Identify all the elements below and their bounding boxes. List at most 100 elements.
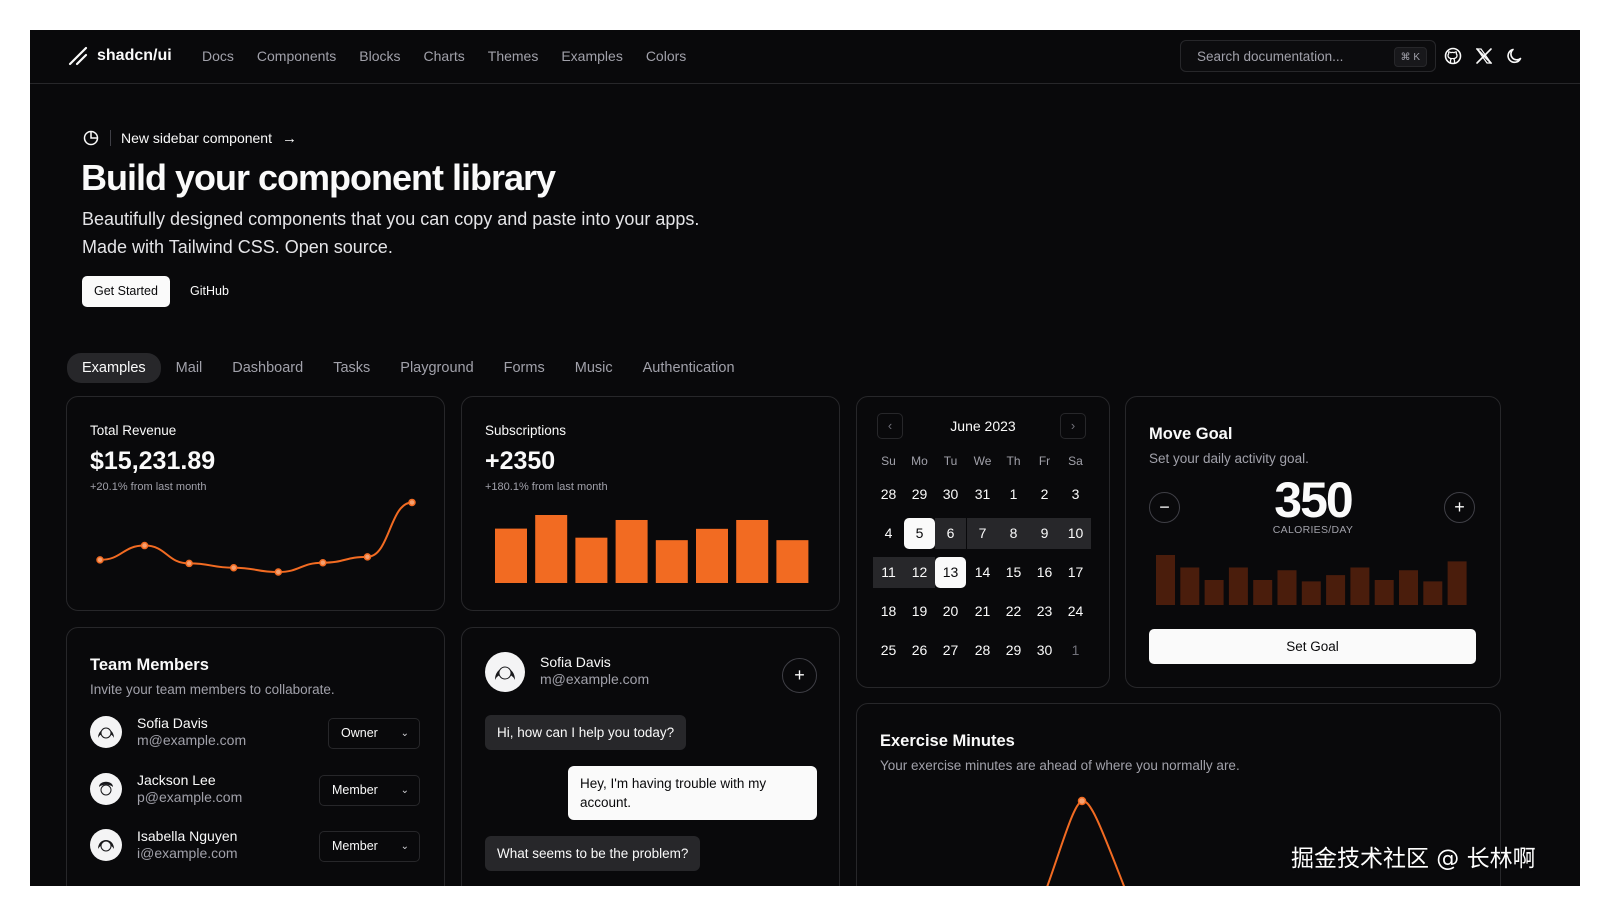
calendar-day[interactable]: 8	[998, 518, 1029, 549]
goal-bar	[1326, 575, 1346, 605]
brand-logo[interactable]: shadcn/ui	[67, 45, 172, 67]
nav-charts[interactable]: Charts	[424, 48, 465, 64]
subscriptions-bar	[535, 515, 568, 583]
calendar-day[interactable]: 16	[1029, 557, 1060, 588]
calendar-day[interactable]: 21	[967, 596, 998, 627]
calendar-day[interactable]: 1	[998, 479, 1029, 510]
calendar-day[interactable]: 9	[1029, 518, 1060, 549]
avatar	[90, 716, 122, 748]
tab-playground[interactable]: Playground	[385, 353, 488, 383]
chevron-down-icon: ⌄	[400, 728, 409, 739]
calendar-day[interactable]: 27	[935, 635, 966, 666]
tab-dashboard[interactable]: Dashboard	[217, 353, 318, 383]
chevron-down-icon: ⌄	[400, 785, 409, 796]
calendar-day[interactable]: 5	[904, 518, 935, 549]
calendar-day[interactable]: 22	[998, 596, 1029, 627]
avatar	[90, 773, 122, 805]
set-goal-button[interactable]: Set Goal	[1149, 629, 1476, 664]
member-email: p@example.com	[137, 789, 243, 805]
calendar-day[interactable]: 13	[935, 557, 966, 588]
calendar-day[interactable]: 30	[1029, 635, 1060, 666]
search-input[interactable]: Search documentation... ⌘ K	[1180, 40, 1436, 72]
nav-examples[interactable]: Examples	[561, 48, 622, 64]
tab-forms[interactable]: Forms	[489, 353, 560, 383]
chat-message: Hey, I'm having trouble with my account.	[568, 766, 817, 820]
subscriptions-bar	[736, 519, 769, 583]
github-icon[interactable]	[1443, 46, 1463, 66]
subscriptions-bar	[495, 528, 527, 583]
goal-bar	[1350, 567, 1370, 605]
calendar-day[interactable]: 28	[873, 479, 904, 510]
next-month-button[interactable]: ›	[1060, 413, 1086, 439]
role-select[interactable]: Owner ⌄	[328, 718, 420, 749]
avatar	[485, 652, 525, 692]
get-started-button[interactable]: Get Started	[82, 276, 170, 307]
nav-components[interactable]: Components	[257, 48, 336, 64]
nav-blocks[interactable]: Blocks	[359, 48, 400, 64]
calendar-day[interactable]: 19	[904, 596, 935, 627]
goal-value: 350	[1274, 472, 1353, 528]
calendar-day[interactable]: 12	[904, 557, 935, 588]
chat-contact-email: m@example.com	[540, 671, 650, 687]
calendar-day[interactable]: 28	[967, 635, 998, 666]
tab-examples[interactable]: Examples	[67, 353, 161, 383]
tab-mail[interactable]: Mail	[161, 353, 218, 383]
announcement-link[interactable]: New sidebar component →	[82, 129, 297, 147]
role-select[interactable]: Member ⌄	[319, 831, 420, 862]
calendar-day[interactable]: 10	[1060, 518, 1091, 549]
calendar-day[interactable]: 3	[1060, 479, 1091, 510]
team-description: Invite your team members to collaborate.	[90, 682, 335, 697]
team-title: Team Members	[90, 656, 209, 674]
calendar-day[interactable]: 7	[967, 518, 998, 549]
role-value: Owner	[341, 726, 378, 740]
chat-message: What seems to be the problem?	[485, 836, 701, 871]
role-value: Member	[332, 839, 378, 853]
nav-themes[interactable]: Themes	[488, 48, 539, 64]
calendar-day[interactable]: 29	[904, 479, 935, 510]
new-message-button[interactable]: +	[782, 658, 817, 693]
role-select[interactable]: Member ⌄	[319, 775, 420, 806]
github-button[interactable]: GitHub	[180, 276, 239, 307]
subscriptions-bar	[696, 528, 728, 583]
calendar-day[interactable]: 20	[935, 596, 966, 627]
move-goal-title: Move Goal	[1149, 425, 1233, 443]
calendar-day[interactable]: 11	[873, 557, 904, 588]
member-row: Isabella Nguyen i@example.com Member ⌄	[90, 825, 420, 865]
calendar-day[interactable]: 1	[1060, 635, 1091, 666]
subtitle-line-1: Beautifully designed components that you…	[82, 209, 700, 229]
calendar-day[interactable]: 17	[1060, 557, 1091, 588]
calendar-day[interactable]: 31	[967, 479, 998, 510]
calendar-day[interactable]: 29	[998, 635, 1029, 666]
calendar-day[interactable]: 14	[967, 557, 998, 588]
calendar-day[interactable]: 26	[904, 635, 935, 666]
moon-icon[interactable]	[1505, 46, 1525, 66]
calendar-day[interactable]: 24	[1060, 596, 1091, 627]
increase-goal-button[interactable]: +	[1444, 492, 1475, 523]
member-email: m@example.com	[137, 732, 247, 748]
subscriptions-bar	[615, 519, 648, 583]
subscriptions-card: Subscriptions +2350 +180.1% from last mo…	[461, 396, 840, 611]
move-goal-description: Set your daily activity goal.	[1149, 451, 1309, 466]
tab-tasks[interactable]: Tasks	[318, 353, 385, 383]
exercise-title: Exercise Minutes	[880, 732, 1015, 750]
calendar-day[interactable]: 6	[935, 518, 966, 549]
calendar-day[interactable]: 18	[873, 596, 904, 627]
revenue-point	[408, 498, 416, 507]
weekday-label: We	[973, 454, 992, 468]
calendar-day[interactable]: 30	[935, 479, 966, 510]
move-goal-card: Move Goal Set your daily activity goal. …	[1125, 396, 1501, 688]
weekday-label: Tu	[943, 454, 958, 468]
calendar-day[interactable]: 23	[1029, 596, 1060, 627]
subscriptions-bar-chart	[495, 515, 809, 583]
calendar-day[interactable]: 25	[873, 635, 904, 666]
nav-docs[interactable]: Docs	[202, 48, 234, 64]
revenue-card: Total Revenue $15,231.89 +20.1% from las…	[66, 396, 445, 611]
tab-authentication[interactable]: Authentication	[628, 353, 750, 383]
calendar-day[interactable]: 2	[1029, 479, 1060, 510]
search-placeholder: Search documentation...	[1197, 49, 1344, 64]
calendar-day[interactable]: 15	[998, 557, 1029, 588]
x-twitter-icon[interactable]	[1474, 46, 1494, 66]
nav-colors[interactable]: Colors	[646, 48, 686, 64]
calendar-day[interactable]: 4	[873, 518, 904, 549]
tab-music[interactable]: Music	[560, 353, 628, 383]
